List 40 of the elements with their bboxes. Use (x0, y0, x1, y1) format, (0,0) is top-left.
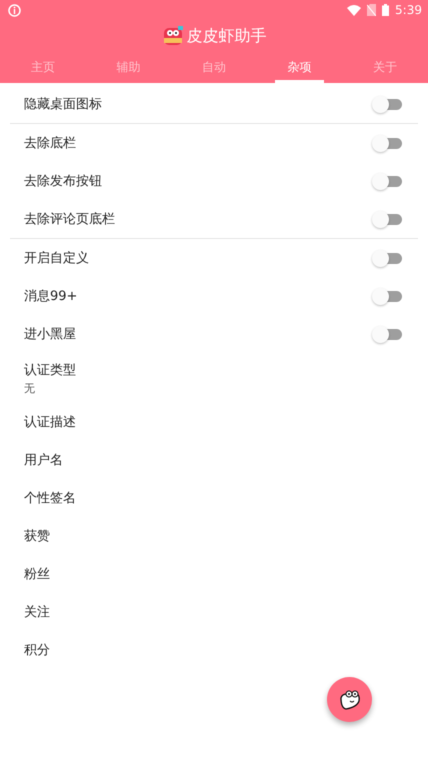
mascot-logo-icon (162, 25, 184, 47)
battery-icon (382, 4, 390, 16)
floating-action-button[interactable] (327, 677, 372, 722)
setting-label: 去除发布按钮 (24, 173, 103, 190)
setting-row[interactable]: 关注 (0, 593, 428, 631)
setting-value: 无 (24, 380, 36, 396)
setting-row[interactable]: 开启自定义 (0, 239, 428, 277)
setting-label: 积分 (24, 642, 51, 659)
setting-label: 去除底栏 (24, 135, 77, 152)
setting-row[interactable]: 去除评论页底栏 (0, 200, 428, 238)
setting-row[interactable]: 认证描述 (0, 403, 428, 441)
setting-label: 关注 (24, 604, 51, 621)
setting-label: 去除评论页底栏 (24, 211, 116, 228)
setting-label: 消息99+ (24, 288, 78, 305)
setting-label: 粉丝 (24, 566, 51, 583)
setting-row[interactable]: 去除发布按钮 (0, 162, 428, 200)
setting-label: 个性签名 (24, 490, 77, 507)
setting-row[interactable]: 个性签名 (0, 479, 428, 517)
setting-label: 认证类型 (24, 362, 77, 378)
setting-row[interactable]: 去除底栏 (0, 124, 428, 162)
setting-row[interactable]: 进小黑屋 (0, 315, 428, 353)
setting-row[interactable]: 用户名 (0, 441, 428, 479)
info-icon (8, 4, 21, 16)
wifi-icon (347, 4, 362, 16)
setting-label: 隐藏桌面图标 (24, 96, 103, 113)
no-sim-icon (367, 4, 376, 16)
setting-row[interactable]: 获赞 (0, 517, 428, 555)
setting-row[interactable]: 积分 (0, 631, 428, 669)
setting-label: 开启自定义 (24, 250, 90, 267)
setting-label: 认证描述 (24, 414, 77, 431)
setting-label: 进小黑屋 (24, 326, 77, 343)
app-title: 皮皮虾助手 (186, 26, 266, 46)
setting-label: 获赞 (24, 528, 51, 545)
setting-row[interactable]: 消息99+ (0, 277, 428, 315)
setting-row[interactable]: 粉丝 (0, 555, 428, 593)
setting-label: 用户名 (24, 452, 64, 469)
setting-row[interactable]: 认证类型 无 (0, 353, 428, 403)
status-time: 5:39 (395, 3, 422, 17)
cartoon-face-icon (338, 688, 362, 710)
setting-row[interactable]: 隐藏桌面图标 (0, 85, 428, 123)
